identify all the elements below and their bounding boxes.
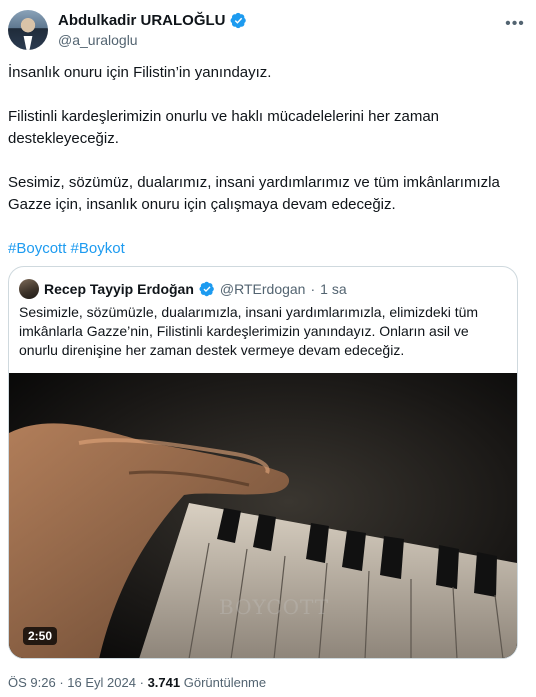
separator-dot: · [310,281,316,297]
quoted-tweet-time[interactable]: 1 sa [320,281,346,297]
verified-badge-icon [230,12,246,29]
quoted-author-avatar[interactable] [19,279,39,299]
hashtag-link-boycott[interactable]: #Boycott [8,240,66,257]
author-display-name[interactable]: Abdulkadir URALOĞLU [58,12,226,29]
tweet-paragraph: İnsanlık onuru için Filistin’in yanınday… [8,64,272,81]
hashtag-line: #Boycott #Boykot [8,238,528,260]
views-count: 3.741 [147,675,181,690]
quoted-author-handle[interactable]: @RTErdogan [220,281,306,297]
views-label: Görüntülenme [183,675,267,690]
separator-dot: · [139,675,144,690]
video-watermark: BOYCOTT [219,595,330,619]
author-name-row: Abdulkadir URALOĞLU [58,12,247,29]
more-options-button[interactable]: ••• [504,14,526,34]
quoted-tweet-text: Sesimizle, sözümüzle, dualarımızla, insa… [19,304,479,358]
tweet-paragraph: Filistinli kardeşlerimizin onurlu ve hak… [8,108,440,147]
tweet-text: İnsanlık onuru için Filistin’in yanınday… [8,62,528,282]
quoted-tweet-header: Recep Tayyip Erdoğan @RTErdogan · 1 sa [19,279,347,299]
more-horizontal-icon: ••• [505,15,525,32]
separator-dot: · [59,675,64,690]
video-duration: 2:50 [23,627,58,645]
author-handle[interactable]: @a_uraloglu [58,32,138,48]
video-player[interactable]: BOYCOTT 2:50 [9,373,517,658]
tweet-paragraph: Sesimiz, sözümüz, dualarımız, insani yar… [8,174,500,213]
tweet-date[interactable]: 16 Eyl 2024 [67,675,136,690]
tweet-meta: ÖS 9:26 · 16 Eyl 2024 · 3.741 Görüntülen… [8,675,266,690]
hashtag-link-boykot[interactable]: #Boykot [71,240,125,257]
quoted-tweet-card[interactable]: Recep Tayyip Erdoğan @RTErdogan · 1 sa S… [8,266,518,659]
author-avatar[interactable] [8,10,48,50]
verified-badge-icon [199,281,214,297]
quoted-author-name[interactable]: Recep Tayyip Erdoğan [44,281,194,297]
tweet-header: Abdulkadir URALOĞLU @a_uraloglu ••• [8,8,528,52]
tweet-time[interactable]: ÖS 9:26 [8,675,56,690]
